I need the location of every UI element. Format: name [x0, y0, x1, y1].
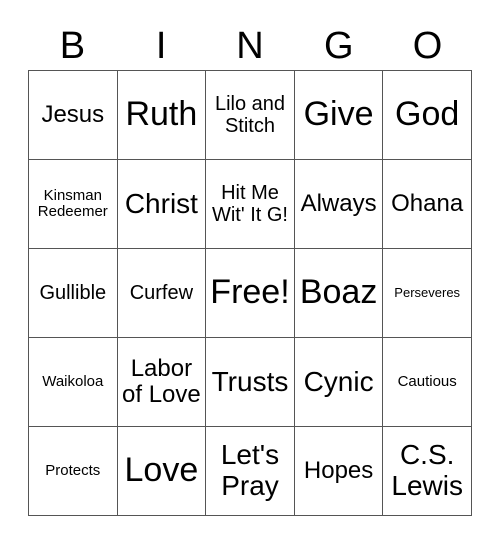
- bingo-cell-label: God: [395, 95, 460, 134]
- bingo-cell[interactable]: Cautious: [383, 338, 472, 427]
- bingo-cell[interactable]: Always: [294, 160, 384, 249]
- bingo-cell[interactable]: Trusts: [206, 338, 295, 427]
- bingo-cell[interactable]: Boaz: [294, 249, 384, 338]
- bingo-cell[interactable]: Protects: [29, 427, 118, 516]
- bingo-row: Kinsman Redeemer Christ Hit Me Wit' It G! A…: [29, 160, 472, 249]
- bingo-cell[interactable]: Lilo and Stitch: [206, 71, 295, 160]
- bingo-cell-free-space[interactable]: Free!: [206, 249, 295, 338]
- bingo-header-letter-i: I: [155, 25, 167, 67]
- bingo-cell[interactable]: Hit Me Wit' It G!: [206, 160, 295, 249]
- bingo-cell[interactable]: C.S. Lewis: [383, 427, 472, 516]
- bingo-cell-label: Cautious: [397, 372, 457, 390]
- bingo-cell-label: Christ: [124, 187, 198, 219]
- bingo-cell[interactable]: Waikoloa: [29, 338, 118, 427]
- bingo-cell-label: Labor of Love: [122, 354, 201, 408]
- bingo-row: Protects Love Let's Pray Hopes C.S. Lewis: [29, 427, 472, 516]
- bingo-cell[interactable]: Kinsman Redeemer: [29, 160, 118, 249]
- bingo-header-letter-o: O: [412, 25, 443, 67]
- bingo-cell[interactable]: Gullible: [29, 249, 118, 338]
- bingo-cell-label: Let's Pray: [220, 439, 280, 501]
- bingo-cell-label: Curfew: [129, 282, 194, 304]
- bingo-cell-label: Love: [124, 451, 199, 490]
- bingo-cell[interactable]: Labor of Love: [117, 338, 207, 427]
- bingo-header-letter-n: N: [236, 25, 264, 67]
- bingo-cell-label: Ohana: [391, 189, 464, 217]
- bingo-cell-label: Cynic: [303, 365, 374, 397]
- bingo-cell-label: Trusts: [211, 365, 289, 397]
- bingo-cell-label: Perseveres: [394, 284, 461, 300]
- bingo-cell-label: Ruth: [125, 95, 198, 134]
- bingo-cell-label: Protects: [45, 461, 101, 479]
- bingo-header-row: BINGO: [28, 22, 472, 70]
- bingo-row: Jesus Ruth Lilo and Stitch Give God: [29, 71, 472, 160]
- bingo-cell-label: Free!: [210, 273, 290, 312]
- bingo-cell[interactable]: Love: [117, 427, 207, 516]
- bingo-row: Gullible Curfew Free! Boaz Perseveres: [29, 249, 472, 338]
- bingo-header-letter-g: G: [324, 25, 354, 67]
- bingo-cell-label: Give: [303, 95, 374, 134]
- bingo-header-letter-b: B: [59, 25, 86, 67]
- bingo-cell[interactable]: God: [383, 71, 472, 160]
- bingo-cell-label: C.S. Lewis: [391, 439, 463, 501]
- bingo-cell[interactable]: Curfew: [117, 249, 207, 338]
- bingo-cell-label: Boaz: [299, 273, 378, 312]
- bingo-cell[interactable]: Hopes: [294, 427, 384, 516]
- bingo-cell[interactable]: Let's Pray: [206, 427, 295, 516]
- bingo-cell[interactable]: Ruth: [117, 71, 207, 160]
- bingo-grid: Jesus Ruth Lilo and Stitch Give God Kinsman R…: [28, 70, 472, 516]
- bingo-cell[interactable]: Ohana: [383, 160, 472, 249]
- bingo-cell[interactable]: Perseveres: [383, 249, 472, 338]
- bingo-cell-label: Kinsman Redeemer: [37, 186, 108, 220]
- bingo-cell-label: Lilo and Stitch: [214, 93, 286, 137]
- bingo-cell[interactable]: Give: [294, 71, 384, 160]
- bingo-row: Waikoloa Labor of Love Trusts Cynic Cautious: [29, 338, 472, 427]
- bingo-cell-label: Hopes: [303, 456, 374, 484]
- bingo-cell[interactable]: Jesus: [29, 71, 118, 160]
- bingo-cell[interactable]: Christ: [117, 160, 207, 249]
- bingo-cell-label: Waikoloa: [42, 372, 104, 390]
- bingo-cell-label: Jesus: [41, 100, 105, 128]
- bingo-card: B I N G O Jesus Ruth Lilo and Stitch Give God Kin…: [0, 0, 500, 544]
- bingo-cell-label: Gullible: [39, 282, 107, 304]
- bingo-cell[interactable]: Cynic: [294, 338, 384, 427]
- bingo-cell-label: Hit Me Wit' It G!: [211, 182, 288, 226]
- bingo-cell-label: Always: [300, 189, 377, 217]
